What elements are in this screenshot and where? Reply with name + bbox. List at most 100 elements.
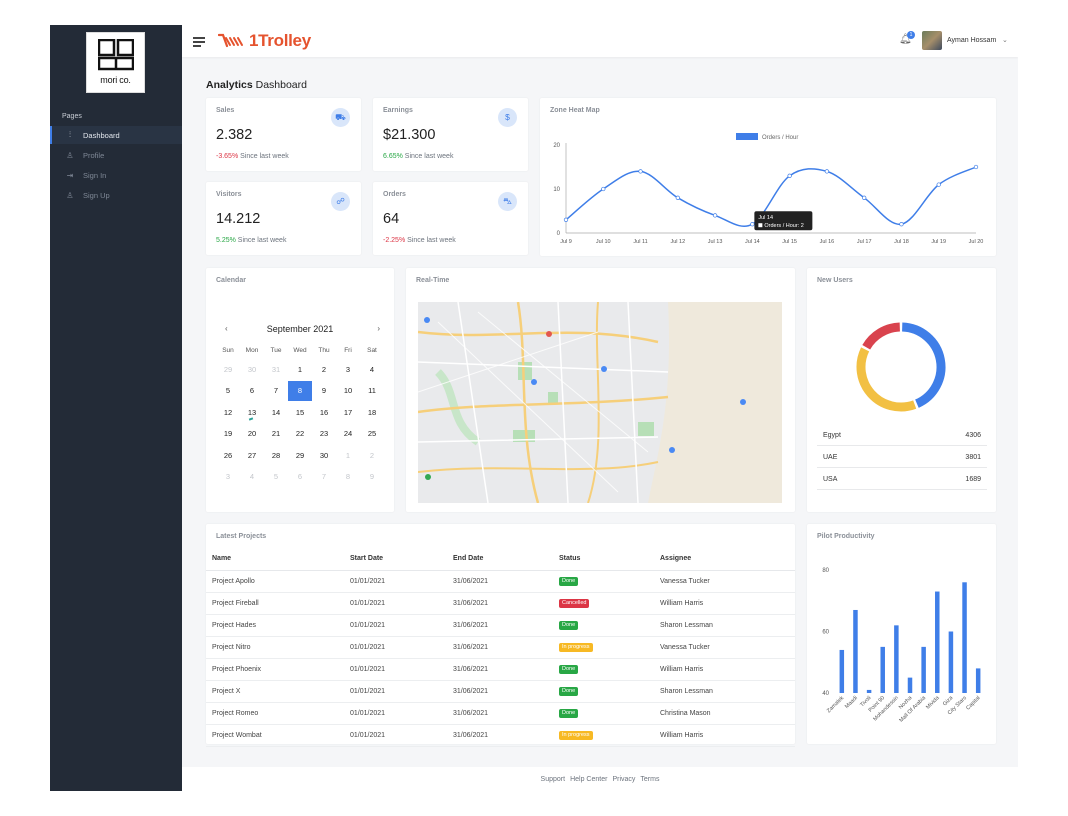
- column-header[interactable]: End Date: [447, 548, 553, 571]
- calendar-day[interactable]: 30: [312, 446, 336, 466]
- avatar[interactable]: [922, 31, 942, 50]
- calendar-day[interactable]: 9: [360, 467, 384, 487]
- table-row[interactable]: Project Romeo 01/01/2021 31/06/2021 Done Chr…: [206, 702, 795, 725]
- calendar-day[interactable]: 6: [240, 381, 264, 401]
- calendar-day[interactable]: 7: [312, 467, 336, 487]
- bar[interactable]: [907, 677, 913, 693]
- data-point[interactable]: [862, 195, 867, 200]
- calendar-day[interactable]: 18: [360, 403, 384, 423]
- calendar-day[interactable]: 3: [336, 360, 360, 380]
- sidebar-item-sign-up[interactable]: ♙ Sign Up: [50, 186, 182, 204]
- bar[interactable]: [866, 689, 872, 693]
- calendar-day[interactable]: 23: [312, 424, 336, 444]
- sidebar-item-profile[interactable]: ♙ Profile: [50, 146, 182, 164]
- calendar-weekday: Fri: [344, 347, 352, 354]
- calendar-day[interactable]: 25: [360, 424, 384, 444]
- bar[interactable]: [921, 646, 926, 693]
- footer-link-help-center[interactable]: Help Center: [570, 776, 607, 783]
- user-name[interactable]: Ayman Hossam: [947, 37, 996, 44]
- calendar-day[interactable]: 30: [240, 360, 264, 380]
- company-logo[interactable]: mori co.: [86, 32, 145, 93]
- table-row[interactable]: Project Nitro 01/01/2021 31/06/2021 In prog…: [206, 636, 795, 659]
- table-row[interactable]: Project Hades 01/01/2021 31/06/2021 Done Sha…: [206, 614, 795, 637]
- calendar-day[interactable]: 28: [264, 446, 288, 466]
- column-header[interactable]: Assignee: [654, 548, 795, 571]
- calendar-day[interactable]: 1: [288, 360, 312, 380]
- bar[interactable]: [935, 591, 940, 693]
- bar[interactable]: [853, 609, 858, 693]
- donut-slice-usa[interactable]: [862, 322, 901, 350]
- calendar-day[interactable]: 29: [288, 446, 312, 466]
- calendar-day-selected[interactable]: 8: [288, 381, 312, 402]
- calendar-day[interactable]: 29: [216, 360, 240, 380]
- table-row[interactable]: Project X 01/01/2021 31/06/2021 Done Sharon …: [206, 680, 795, 703]
- stat-change-note: 5.25% Since last week: [216, 237, 286, 244]
- calendar-day[interactable]: 3: [216, 467, 240, 487]
- column-header[interactable]: Status: [553, 548, 654, 571]
- chevron-down-icon[interactable]: ⌄: [1002, 36, 1008, 44]
- data-point[interactable]: [638, 169, 643, 174]
- calendar-day[interactable]: 5: [264, 467, 288, 487]
- donut-slice-egypt[interactable]: [901, 322, 946, 408]
- notification-bell-icon[interactable]: 🔔︎ 1: [899, 31, 915, 48]
- calendar-day[interactable]: 2: [312, 360, 336, 380]
- calendar-day[interactable]: 27: [240, 446, 264, 466]
- calendar-day[interactable]: 11: [360, 381, 384, 401]
- table-row[interactable]: Project Phoenix 01/01/2021 31/06/2021 Done W…: [206, 658, 795, 681]
- calendar-day[interactable]: 4: [360, 360, 384, 380]
- data-point[interactable]: [563, 217, 569, 222]
- calendar-day[interactable]: 17: [336, 403, 360, 423]
- calendar-next-button[interactable]: ›: [377, 324, 380, 333]
- calendar-day[interactable]: 20: [240, 424, 264, 444]
- calendar-day[interactable]: 21: [264, 424, 288, 444]
- data-point[interactable]: [675, 195, 680, 200]
- calendar-day[interactable]: 5: [216, 381, 240, 401]
- footer-link-privacy[interactable]: Privacy: [612, 776, 635, 783]
- bar[interactable]: [839, 649, 845, 693]
- calendar-day[interactable]: 4: [240, 467, 264, 487]
- bar[interactable]: [948, 631, 954, 694]
- calendar-day[interactable]: 2: [360, 446, 384, 466]
- calendar-day[interactable]: 19: [216, 424, 240, 444]
- calendar-day[interactable]: 31: [264, 360, 288, 380]
- table-row[interactable]: Project Wombat 01/01/2021 31/06/2021 In pro…: [206, 724, 795, 747]
- sidebar-item-sign-in[interactable]: ⇥ Sign In: [50, 166, 182, 184]
- data-point[interactable]: [973, 164, 979, 170]
- calendar-day[interactable]: 12: [216, 403, 240, 423]
- calendar-day[interactable]: 7: [264, 381, 288, 401]
- brand[interactable]: 1Trolley: [218, 30, 311, 52]
- data-point[interactable]: [936, 182, 941, 187]
- bar[interactable]: [880, 646, 885, 693]
- calendar-day[interactable]: 13: [240, 403, 264, 423]
- hamburger-menu-icon[interactable]: [193, 37, 205, 47]
- data-point[interactable]: [899, 222, 904, 227]
- bar[interactable]: [975, 668, 981, 693]
- footer-link-terms[interactable]: Terms: [640, 776, 659, 783]
- data-point[interactable]: [712, 213, 718, 218]
- column-header[interactable]: Start Date: [344, 548, 447, 571]
- calendar-day[interactable]: 15: [288, 403, 312, 423]
- sidebar-item-dashboard[interactable]: ⫶ Dashboard: [50, 126, 182, 144]
- calendar-day[interactable]: 8: [336, 467, 360, 487]
- data-point[interactable]: [601, 186, 606, 192]
- data-point[interactable]: [750, 222, 755, 227]
- calendar-day[interactable]: 26: [216, 446, 240, 466]
- data-point[interactable]: [824, 169, 830, 174]
- calendar-day[interactable]: 16: [312, 403, 336, 423]
- calendar-day[interactable]: 14: [264, 403, 288, 423]
- bar[interactable]: [894, 625, 899, 693]
- calendar-day[interactable]: 10: [336, 381, 360, 401]
- donut-slice-uae[interactable]: [856, 347, 917, 412]
- column-header[interactable]: Name: [206, 548, 344, 571]
- real-time-map[interactable]: [418, 302, 782, 503]
- bar[interactable]: [962, 582, 967, 693]
- footer-link-support[interactable]: Support: [541, 776, 566, 783]
- calendar-day[interactable]: 6: [288, 467, 312, 487]
- calendar-day[interactable]: 24: [336, 424, 360, 444]
- calendar-day[interactable]: 9: [312, 381, 336, 401]
- table-row[interactable]: Project Apollo 01/01/2021 31/06/2021 Done Va…: [206, 570, 795, 593]
- table-row[interactable]: Project Fireball 01/01/2021 31/06/2021 Canc…: [206, 592, 795, 615]
- calendar-day[interactable]: 1: [336, 446, 360, 466]
- data-point[interactable]: [787, 173, 792, 178]
- calendar-day[interactable]: 22: [288, 424, 312, 444]
